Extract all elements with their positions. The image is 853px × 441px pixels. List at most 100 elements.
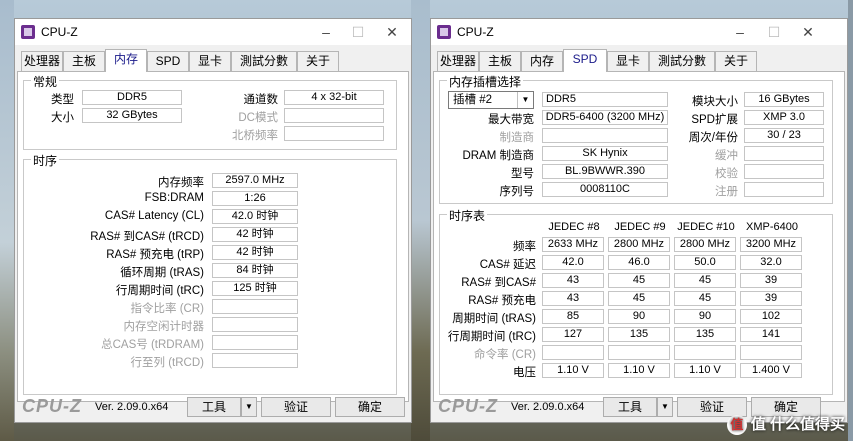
tab-graphics[interactable]: 显卡 xyxy=(607,51,649,71)
title-bar[interactable]: CPU-Z – ☐ ✕ xyxy=(431,19,847,45)
timing-value: 84 时钟 xyxy=(212,263,298,278)
window-title: CPU-Z xyxy=(457,25,494,39)
tab-bar: 处理器 主板 内存 SPD 显卡 測試分數 关于 xyxy=(433,49,845,72)
group-title: 时序表 xyxy=(447,207,488,224)
slot-select-value: 插槽 #2 xyxy=(453,94,492,106)
timing-label: 内存频率 xyxy=(158,177,204,189)
part-number-label: 型号 xyxy=(511,168,534,180)
version-text: Ver. 2.09.0.x64 xyxy=(511,401,585,413)
timing-cell: 90 xyxy=(674,309,736,324)
correction-value xyxy=(744,164,824,179)
timing-cell: 102 xyxy=(740,309,802,324)
timing-row-label: 周期时间 (tRAS) xyxy=(452,313,536,325)
group-title: 常规 xyxy=(31,73,60,90)
memory-panel: 常规 类型 DDR5 大小 32 GBytes 通道数 4 x 32-bit D… xyxy=(17,71,409,402)
manufacturer-value xyxy=(542,128,668,143)
timing-label: 总CAS号 (tRDRAM) xyxy=(101,339,204,351)
group-title: 内存插槽选择 xyxy=(447,73,524,90)
tab-memory[interactable]: 内存 xyxy=(105,49,147,72)
cpuz-app-icon xyxy=(437,25,451,39)
title-bar[interactable]: CPU-Z – ☐ ✕ xyxy=(15,19,411,45)
timing-cell xyxy=(608,345,670,360)
watermark-text: 值 什么值得买 xyxy=(750,415,845,433)
timing-value xyxy=(212,353,298,368)
chevron-down-icon[interactable]: ▼ xyxy=(517,92,533,108)
nb-freq-label: 北桥频率 xyxy=(232,130,278,142)
timing-row-label: 行周期时间 (tRC) xyxy=(447,331,536,343)
tab-about[interactable]: 关于 xyxy=(297,51,339,71)
tab-graphics[interactable]: 显卡 xyxy=(189,51,231,71)
timing-value xyxy=(212,335,298,350)
timing-cell: 45 xyxy=(608,291,670,306)
slot-select[interactable]: 插槽 #2 ▼ xyxy=(448,91,534,109)
tab-cpu[interactable]: 处理器 xyxy=(437,51,479,71)
tab-cpu[interactable]: 处理器 xyxy=(21,51,63,71)
channels-label: 通道数 xyxy=(243,94,279,106)
type-label: 类型 xyxy=(51,94,74,106)
chevron-down-icon[interactable]: ▼ xyxy=(241,397,257,417)
desktop-background xyxy=(411,0,430,441)
timing-label: RAS# 到CAS# (tRCD) xyxy=(90,231,204,243)
part-number-value: BL.9BWWR.390 xyxy=(542,164,668,179)
timing-cell: 45 xyxy=(674,291,736,306)
tab-spd[interactable]: SPD xyxy=(563,49,607,72)
timing-cell: 39 xyxy=(740,273,802,288)
tab-spd[interactable]: SPD xyxy=(147,51,189,71)
tab-about[interactable]: 关于 xyxy=(715,51,757,71)
timing-value xyxy=(212,299,298,314)
spd-ext-value: XMP 3.0 xyxy=(744,110,824,125)
size-label: 大小 xyxy=(51,112,74,124)
chevron-down-icon[interactable]: ▼ xyxy=(657,397,673,417)
ok-button[interactable]: 确定 xyxy=(335,397,405,417)
cpuz-logo: CPU-Z xyxy=(438,396,498,416)
module-size-value: 16 GBytes xyxy=(744,92,824,107)
dc-mode-value xyxy=(284,108,384,123)
tab-bench[interactable]: 測試分數 xyxy=(649,51,715,71)
minimize-icon[interactable]: – xyxy=(725,22,755,42)
timing-row-label: RAS# 预充电 xyxy=(468,295,536,307)
timing-cell: 45 xyxy=(608,273,670,288)
timing-row-label: 频率 xyxy=(513,241,536,253)
timing-cell: 43 xyxy=(542,273,604,288)
timing-row-label: 命令率 (CR) xyxy=(474,349,536,361)
close-icon[interactable]: ✕ xyxy=(793,22,823,42)
timing-cell: 32.0 xyxy=(740,255,802,270)
timing-cell: 2800 MHz xyxy=(674,237,736,252)
close-icon[interactable]: ✕ xyxy=(377,22,407,42)
maximize-icon: ☐ xyxy=(351,24,365,40)
desktop-background xyxy=(0,0,14,441)
tab-memory[interactable]: 内存 xyxy=(521,51,563,71)
timing-cell: 1.10 V xyxy=(542,363,604,378)
tools-button[interactable]: 工具 xyxy=(603,397,657,417)
tab-bench[interactable]: 測試分數 xyxy=(231,51,297,71)
tab-mainboard[interactable]: 主板 xyxy=(63,51,105,71)
timing-cell: 127 xyxy=(542,327,604,342)
maximize-icon: ☐ xyxy=(767,24,781,40)
timing-cell: 3200 MHz xyxy=(740,237,802,252)
timing-label: FSB:DRAM xyxy=(144,192,204,204)
tab-mainboard[interactable]: 主板 xyxy=(479,51,521,71)
cpuz-app-icon xyxy=(21,25,35,39)
timing-value: 125 时钟 xyxy=(212,281,298,296)
version-text: Ver. 2.09.0.x64 xyxy=(95,401,169,413)
timing-cell: 90 xyxy=(608,309,670,324)
timing-column-header: JEDEC #9 xyxy=(614,221,666,233)
serial-number-label: 序列号 xyxy=(499,186,535,198)
timing-cell: 2633 MHz xyxy=(542,237,604,252)
timing-cell: 85 xyxy=(542,309,604,324)
week-year-value: 30 / 23 xyxy=(744,128,824,143)
channels-value: 4 x 32-bit xyxy=(284,90,384,105)
timing-cell xyxy=(542,345,604,360)
timing-label: 循环周期 (tRAS) xyxy=(120,267,204,279)
registered-label: 注册 xyxy=(715,186,738,198)
module-size-label: 模块大小 xyxy=(692,96,738,108)
tab-bar: 处理器 主板 内存 SPD 显卡 測試分數 关于 xyxy=(17,49,409,72)
tools-button[interactable]: 工具 xyxy=(187,397,241,417)
cpuz-logo: CPU-Z xyxy=(22,396,82,416)
timing-row-label: CAS# 延迟 xyxy=(479,259,536,271)
minimize-icon[interactable]: – xyxy=(311,22,341,42)
timing-cell xyxy=(674,345,736,360)
validate-button[interactable]: 验证 xyxy=(261,397,331,417)
serial-number-value: 0008110C xyxy=(542,182,668,197)
timing-column-header: JEDEC #8 xyxy=(548,221,600,233)
